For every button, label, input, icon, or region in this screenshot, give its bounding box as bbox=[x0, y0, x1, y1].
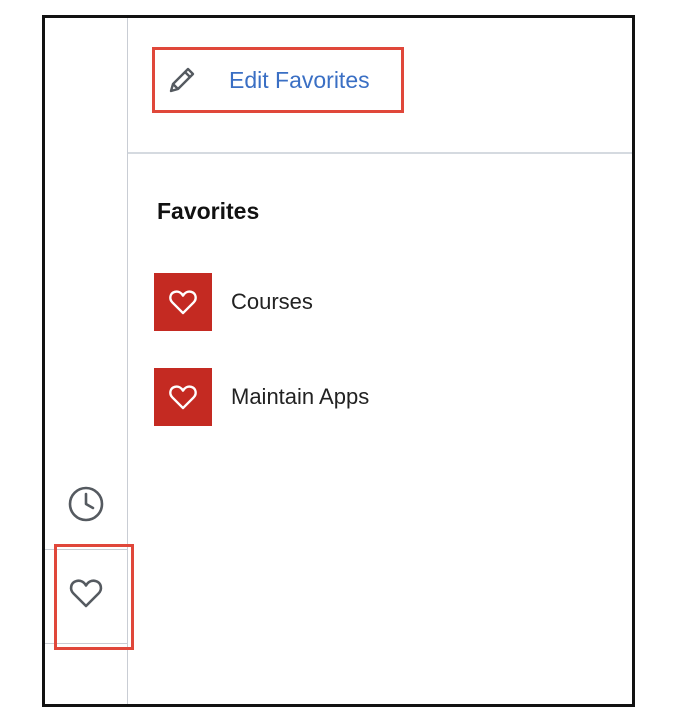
favorites-content: Edit Favorites Favorites Courses Maintai… bbox=[128, 18, 632, 704]
favorite-item-label: Maintain Apps bbox=[231, 384, 370, 409]
pencil-icon bbox=[165, 63, 199, 97]
heart-icon bbox=[154, 368, 212, 426]
favorites-title: Favorites bbox=[157, 198, 260, 224]
favorite-item-label: Courses bbox=[231, 289, 313, 314]
heart-icon bbox=[154, 273, 212, 331]
edit-favorites-button[interactable]: Edit Favorites bbox=[152, 47, 404, 113]
toolbar: Edit Favorites bbox=[128, 18, 632, 154]
favorite-item-maintain-apps[interactable]: Maintain Apps bbox=[154, 368, 369, 426]
favorite-item-courses[interactable]: Courses bbox=[154, 273, 313, 331]
recent-button[interactable] bbox=[45, 465, 127, 547]
edit-favorites-label: Edit Favorites bbox=[229, 66, 370, 93]
favorites-rail-highlight bbox=[54, 544, 134, 650]
clock-icon bbox=[66, 484, 106, 529]
favorites-panel: Edit Favorites Favorites Courses Maintai… bbox=[42, 15, 635, 707]
